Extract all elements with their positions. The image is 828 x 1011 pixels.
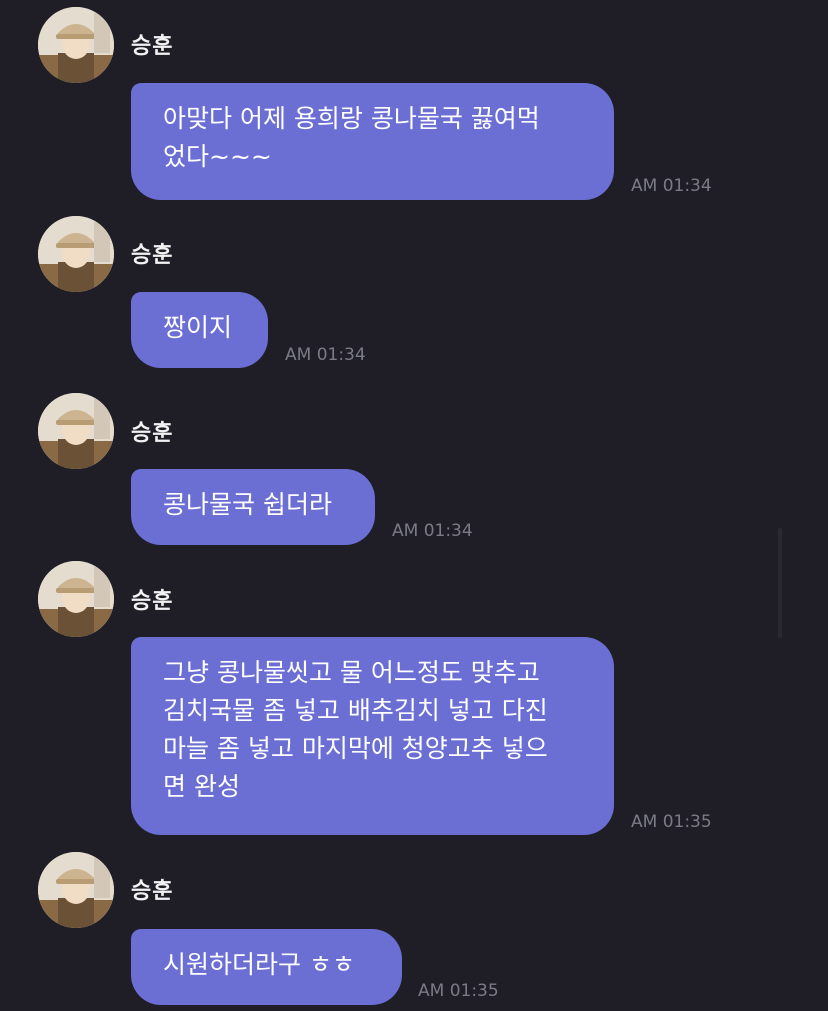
sender-name: 승훈	[131, 421, 174, 446]
message-bubble[interactable]: 콩나물국 쉽더라	[131, 469, 375, 545]
message-timestamp: AM 01:34	[285, 345, 366, 365]
chat-thread[interactable]: 승훈 아맞다 어제 용희랑 콩나물국 끓여먹 었다~~~ AM 01:34 승훈…	[0, 0, 828, 1011]
sender-name: 승훈	[131, 34, 174, 59]
sender-name: 승훈	[131, 243, 174, 268]
message-timestamp: AM 01:34	[392, 521, 473, 541]
message-bubble[interactable]: 짱이지	[131, 292, 268, 368]
message-bubble[interactable]: 아맞다 어제 용희랑 콩나물국 끓여먹 었다~~~	[131, 83, 614, 200]
avatar[interactable]	[38, 216, 114, 292]
message-timestamp: AM 01:35	[418, 981, 499, 1001]
message-bubble[interactable]: 그냥 콩나물씻고 물 어느정도 맞추고 김치국물 좀 넣고 배추김치 넣고 다진…	[131, 637, 614, 835]
avatar[interactable]	[38, 561, 114, 637]
scrollbar[interactable]	[778, 528, 782, 638]
sender-name: 승훈	[131, 879, 174, 904]
sender-name: 승훈	[131, 589, 174, 614]
avatar[interactable]	[38, 852, 114, 928]
avatar[interactable]	[38, 7, 114, 83]
message-bubble[interactable]: 시원하더라구 ㅎㅎ	[131, 929, 402, 1005]
message-timestamp: AM 01:34	[631, 176, 712, 196]
avatar[interactable]	[38, 393, 114, 469]
message-timestamp: AM 01:35	[631, 812, 712, 832]
